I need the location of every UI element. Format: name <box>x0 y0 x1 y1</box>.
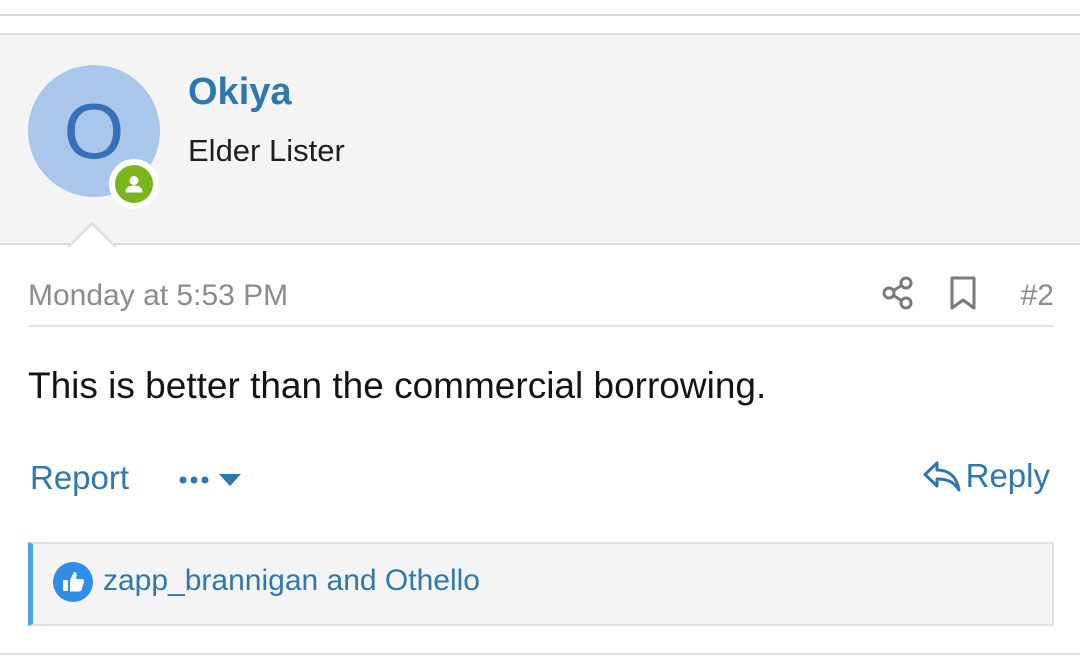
user-title: Elder Lister <box>188 133 345 168</box>
top-divider <box>0 14 1080 16</box>
share-icon[interactable] <box>881 275 915 311</box>
more-actions-dropdown[interactable] <box>178 461 242 499</box>
reply-button[interactable]: Reply <box>922 457 1050 495</box>
post-card: O Okiya Elder Lister Monday at 5:53 PM #… <box>0 33 1080 655</box>
bookmark-icon[interactable] <box>948 275 978 311</box>
reply-label: Reply <box>965 457 1050 494</box>
post-number-link[interactable]: #2 <box>1021 279 1054 313</box>
post-date-link[interactable]: Monday at 5:53 PM <box>28 279 288 313</box>
post-meta-row: Monday at 5:53 PM #2 <box>28 263 1054 327</box>
reaction-users-link[interactable]: zapp_brannigan and Othello <box>103 564 480 598</box>
report-link[interactable]: Report <box>30 459 129 497</box>
reply-arrow-icon <box>923 461 961 492</box>
thumbs-up-icon <box>53 562 93 602</box>
caret-down-icon <box>219 474 241 486</box>
username-link[interactable]: Okiya <box>188 71 292 114</box>
online-user-icon <box>125 176 143 193</box>
avatar-letter: O <box>63 87 125 175</box>
user-block: O Okiya Elder Lister <box>0 35 1080 245</box>
reactions-bar: zapp_brannigan and Othello <box>28 542 1054 626</box>
online-status-badge <box>109 159 159 209</box>
post-message: This is better than the commercial borro… <box>28 365 767 406</box>
ellipsis-icon <box>179 476 209 484</box>
